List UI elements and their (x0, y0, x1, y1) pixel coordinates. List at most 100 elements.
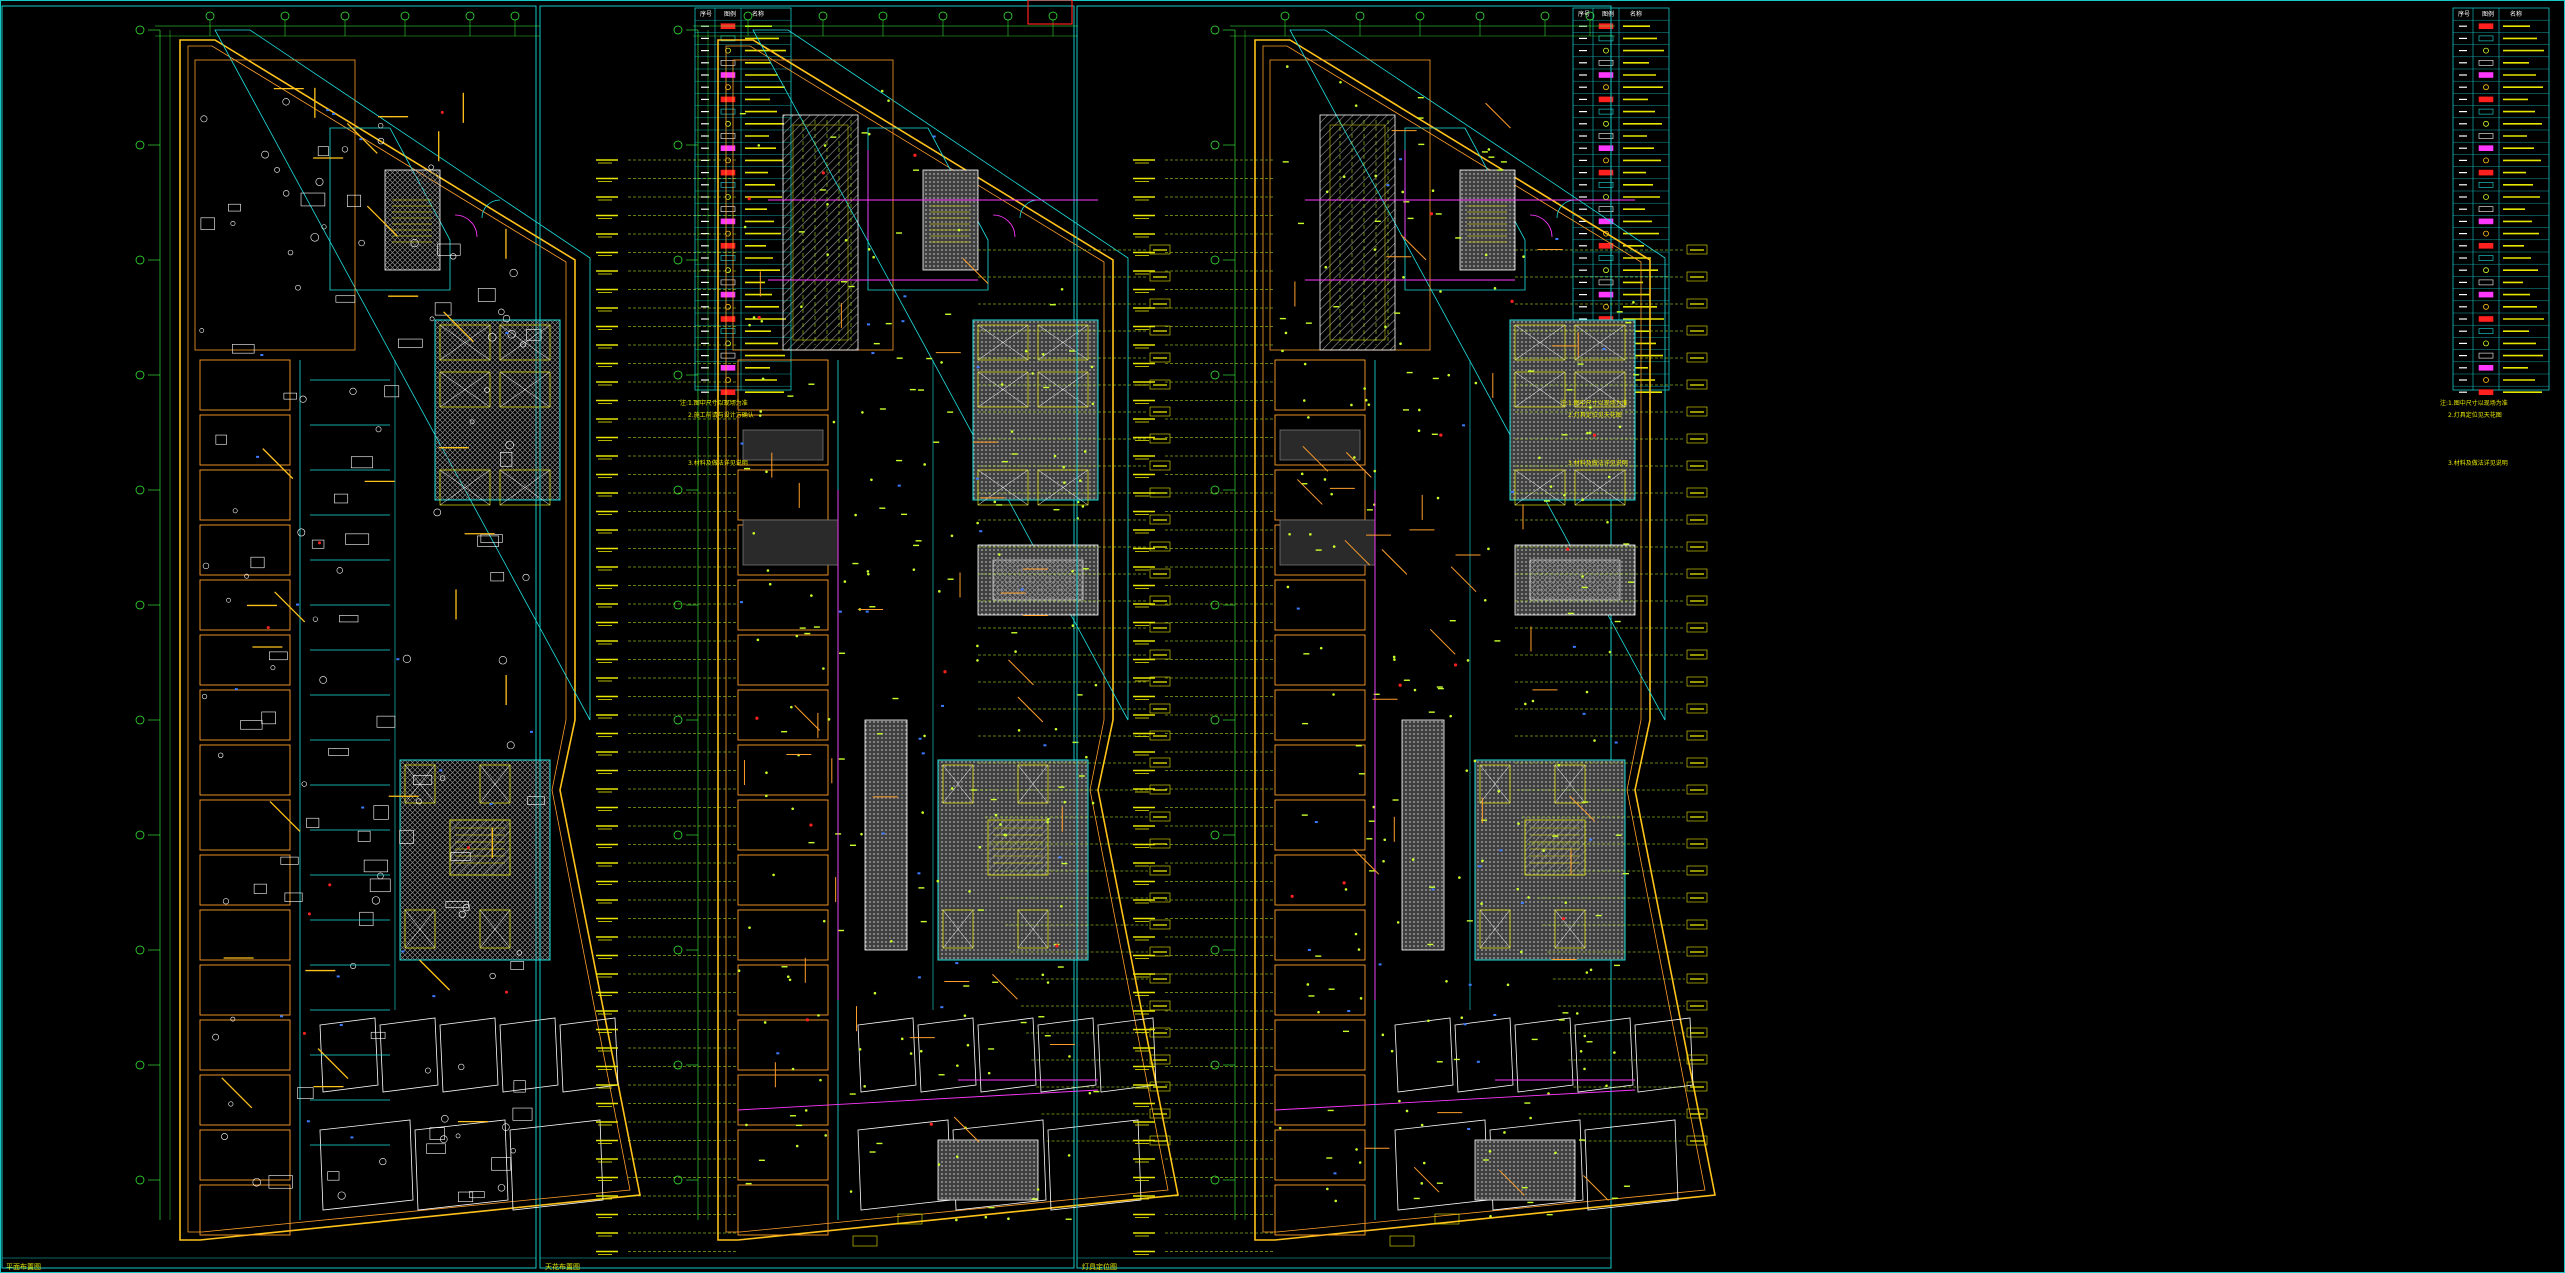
light-fixture-icon (1420, 1182, 1424, 1185)
legend-symbol-icon (2478, 218, 2494, 225)
light-fixture-icon (1427, 1019, 1430, 1023)
light-fixture-icon (900, 1037, 904, 1041)
light-fixture-icon (994, 813, 998, 817)
meeting-room (857, 1017, 917, 1093)
legend-symbol-icon (2478, 291, 2494, 298)
grid-axis-bubble-icon (280, 11, 290, 21)
red-marker (1510, 299, 1514, 303)
light-fixture-icon (832, 420, 836, 424)
light-fixture-icon (963, 1014, 967, 1018)
legend-symbol-icon (2483, 267, 2489, 274)
legend-symbol-icon (2478, 59, 2494, 66)
legend-1-header-no: 序号 (700, 11, 713, 18)
light-fixture-icon (1517, 822, 1520, 825)
grid-axis-bubble-icon (673, 255, 683, 265)
grid-axis-bubble-icon (1210, 715, 1220, 725)
meeting-room-large (1584, 1119, 1679, 1211)
grid-axis-bubble-icon (135, 25, 145, 35)
light-fixture-icon (790, 705, 793, 709)
furniture-chair (498, 308, 505, 316)
furniture-chair (230, 1016, 236, 1022)
furniture-chair (371, 896, 381, 905)
office-room (199, 469, 291, 521)
light-fixture-icon (1564, 901, 1568, 904)
office-room (737, 1019, 829, 1071)
red-marker (328, 883, 332, 887)
furniture-chair (458, 1063, 465, 1071)
light-fixture-icon (1449, 714, 1452, 718)
furniture-chair (428, 164, 434, 170)
light-fixture-icon (1384, 325, 1387, 329)
light-fixture-icon (1078, 479, 1082, 482)
legend-symbol-icon (2478, 23, 2494, 30)
light-fixture-icon (1053, 454, 1057, 458)
light-fixture-icon (795, 634, 799, 638)
furniture-chair (379, 1158, 387, 1166)
light-fixture-icon (1024, 349, 1028, 353)
light-fixture-icon (938, 590, 941, 593)
office-room (737, 909, 829, 961)
furniture-chair (299, 395, 307, 403)
red-marker (1398, 683, 1402, 687)
red-marker (317, 541, 321, 545)
furniture-chair (455, 1133, 461, 1139)
grid-axis-bubble-icon (818, 11, 828, 21)
furniture-chair (287, 249, 294, 256)
light-fixture-icon (1017, 729, 1021, 732)
light-fixture-icon (976, 659, 979, 662)
office-room (199, 744, 291, 796)
office-room (199, 689, 291, 741)
red-marker (913, 153, 917, 157)
notes-3-line-2: 2.灯具定位见天花图 (2448, 412, 2502, 419)
light-fixture-icon (1632, 301, 1635, 304)
grid-axis-bubble-icon (673, 715, 683, 725)
red-marker (1342, 881, 1346, 885)
furniture-table (510, 961, 524, 970)
light-fixture-icon (758, 414, 762, 417)
grid-axis-bubble-icon (135, 370, 145, 380)
notes-2-line-3: 3.材料及做法详见说明 (1568, 460, 1628, 467)
sheet-floor-plan (1, 5, 792, 1269)
light-fixture-icon (1353, 456, 1356, 459)
light-fixture-icon (757, 144, 761, 147)
wall-segment (1017, 696, 1044, 723)
furniture-chair (337, 1191, 346, 1200)
light-fixture-icon (854, 513, 857, 517)
light-fixture-icon (1393, 658, 1396, 661)
light-fixture-icon (1583, 1034, 1587, 1038)
light-fixture-icon (999, 823, 1002, 826)
office-room (1274, 799, 1366, 851)
light-fixture-icon (743, 225, 747, 229)
furniture-chair (350, 962, 357, 969)
light-fixture-icon (1046, 981, 1050, 984)
light-fixture-icon (1041, 353, 1045, 356)
legend-symbol-icon (2478, 133, 2494, 139)
furniture-chair (502, 1123, 510, 1131)
furniture-chair (358, 239, 365, 247)
light-fixture-icon (1324, 265, 1328, 269)
furniture-table (345, 533, 370, 545)
grid-axis-bubble-icon (135, 255, 145, 265)
office-room (737, 854, 829, 906)
light-fixture-icon (1557, 763, 1561, 767)
grid-axis-bubble-icon (1048, 11, 1058, 21)
light-fixture-icon (772, 873, 775, 877)
light-fixture-icon (1062, 465, 1066, 469)
light-fixture-icon (1529, 1116, 1532, 1120)
legend-symbol-icon (2483, 340, 2489, 347)
grid-axis-bubble-icon (878, 11, 888, 21)
grid-axis-bubble-icon (673, 370, 683, 380)
light-fixture-icon (1383, 838, 1387, 842)
grid-axis-bubble-icon (1210, 600, 1220, 610)
light-fixture-icon (1458, 876, 1461, 879)
grid-axis-bubble-icon (1415, 11, 1425, 21)
furniture-chair (226, 597, 231, 603)
red-marker (747, 197, 751, 201)
legend-symbol-icon (2483, 194, 2489, 200)
light-fixture-icon (1071, 624, 1075, 627)
callout-box (852, 1235, 878, 1247)
red-marker (307, 912, 311, 916)
light-fixture-icon (867, 248, 871, 251)
furniture-chair (375, 426, 382, 433)
light-fixture-icon (1554, 1151, 1557, 1155)
